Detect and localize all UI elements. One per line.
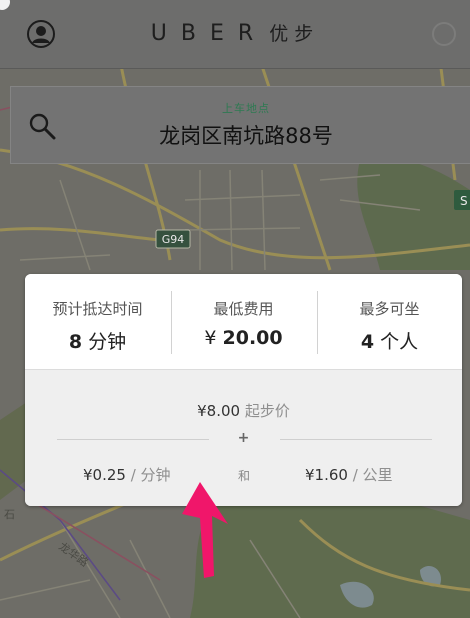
fare-breakdown: ¥8.00 起步价 + ¥0.25 / 分钟 和 ¥1.60 / 公里: [25, 369, 462, 506]
fare-summary: 预计抵达时间 8 分钟 最低费用 ¥ 20.00 最多可坐 4 个人: [25, 274, 462, 369]
per-km-rate: ¥1.60 / 公里: [305, 466, 393, 484]
pickup-label: 上车地点: [222, 102, 270, 115]
annotation-arrow-icon: [182, 482, 228, 578]
capacity-column: 最多可坐 4 个人: [317, 274, 462, 369]
brand-name: UBER: [150, 21, 268, 46]
app-logo: UBER 优步: [0, 20, 470, 48]
highway-shield: G94: [155, 229, 191, 249]
spinner-icon[interactable]: [430, 20, 458, 48]
eta-value: 8 分钟: [68, 331, 127, 353]
pickup-location-field[interactable]: 上车地点 龙岗区南坑路88号: [10, 86, 470, 164]
base-fare: ¥8.00 起步价: [197, 402, 290, 420]
top-bar: UBER 优步: [0, 0, 470, 69]
plus-sign: +: [237, 430, 250, 446]
and-label: 和: [237, 469, 250, 483]
fare-estimate-card: 预计抵达时间 8 分钟 最低费用 ¥ 20.00 最多可坐 4 个人 ¥8.00…: [25, 274, 462, 506]
eta-caption: 预计抵达时间: [52, 300, 143, 318]
min-fare-column: 最低费用 ¥ 20.00: [171, 274, 316, 369]
capacity-caption: 最多可坐: [359, 300, 420, 318]
eta-column: 预计抵达时间 8 分钟: [25, 274, 170, 369]
map-label: 石: [4, 508, 15, 521]
pickup-address[interactable]: 龙岗区南坑路88号: [11, 120, 470, 150]
divider-line: [280, 439, 432, 440]
min-fare-caption: 最低费用: [213, 300, 274, 318]
svg-text:S: S: [460, 194, 468, 208]
brand-name-cn: 优步: [269, 23, 320, 45]
capacity-value: 4 个人: [360, 331, 419, 353]
per-minute-rate: ¥0.25 / 分钟: [83, 466, 171, 484]
road-badge: S: [454, 190, 470, 210]
min-fare-value: ¥ 20.00: [204, 327, 283, 349]
svg-text:G94: G94: [162, 233, 185, 246]
